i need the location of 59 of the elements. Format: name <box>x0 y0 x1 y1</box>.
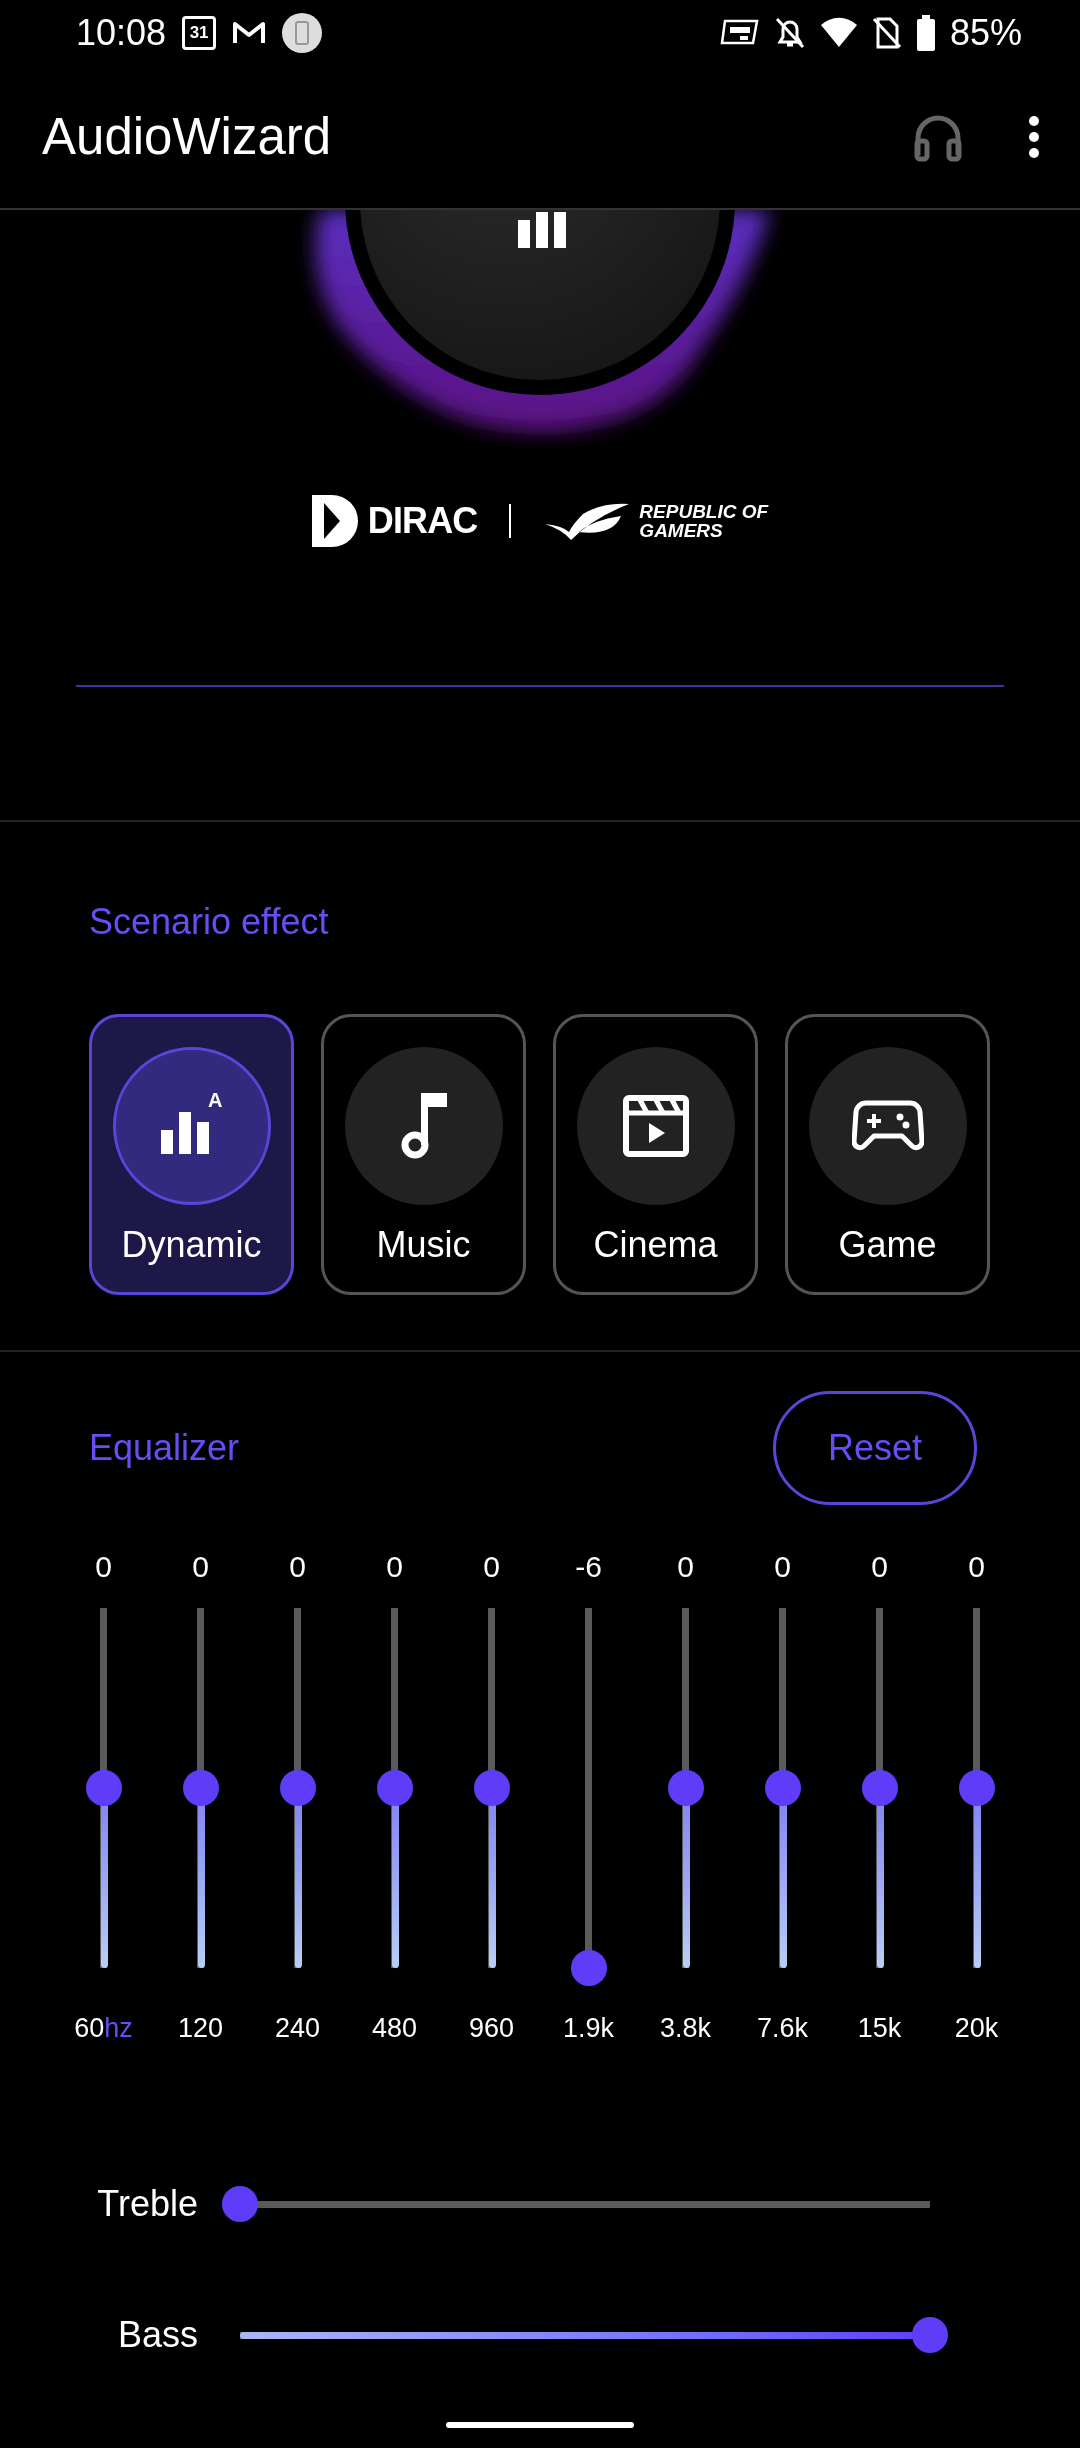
slider-thumb[interactable] <box>912 2317 948 2353</box>
badge-letter: A <box>208 1090 223 1110</box>
band-frequency: 120 <box>177 2012 224 2045</box>
band-frequency: 3.8k <box>659 2012 711 2045</box>
scenario-card[interactable]: Music <box>321 1014 526 1295</box>
band-frequency: 1.9k <box>562 2012 614 2045</box>
band-value: 0 <box>192 1549 209 1585</box>
band-value: 0 <box>95 1549 112 1585</box>
mail-icon <box>232 19 267 46</box>
slider-thumb[interactable] <box>764 1770 801 1806</box>
band-value: 0 <box>871 1549 888 1585</box>
band-value: -6 <box>575 1549 602 1585</box>
slider-thumb[interactable] <box>222 2186 258 2222</box>
no-sim-icon <box>871 15 902 50</box>
tone-label: Bass <box>117 2317 198 2353</box>
slider-thumb[interactable] <box>85 1770 122 1806</box>
band-frequency: 240 <box>274 2012 321 2045</box>
bell-off-icon <box>773 15 806 50</box>
slider-thumb[interactable] <box>473 1770 510 1806</box>
band-value: 0 <box>774 1549 791 1585</box>
gamepad-icon <box>851 1100 924 1152</box>
music-note-icon <box>400 1093 447 1159</box>
slider-thumb[interactable] <box>667 1770 704 1806</box>
battery-icon <box>915 14 936 51</box>
band-value: 0 <box>677 1549 694 1585</box>
dirac-wordmark: DIRAC <box>367 503 478 539</box>
band-frequency: 15k <box>857 2012 902 2045</box>
band-value: 0 <box>968 1549 985 1585</box>
band-value: 0 <box>483 1549 500 1585</box>
reset-button[interactable]: Reset <box>773 1391 977 1505</box>
slider-thumb[interactable] <box>279 1770 316 1806</box>
rog-wordmark: GAMERS <box>639 521 724 540</box>
slider-thumb[interactable] <box>958 1770 995 1806</box>
band-value: 0 <box>386 1549 403 1585</box>
clapperboard-icon <box>622 1095 689 1157</box>
scenario-card[interactable]: Game <box>785 1014 990 1295</box>
tone-label: Treble <box>97 2186 198 2222</box>
wifi-icon <box>819 16 858 49</box>
band-frequency: 960 <box>468 2012 515 2045</box>
band-frequency: 60hz <box>74 2012 133 2045</box>
slider-thumb[interactable] <box>861 1770 898 1806</box>
band-value: 0 <box>289 1549 306 1585</box>
band-frequency: 20k <box>954 2012 999 2045</box>
slider-thumb[interactable] <box>182 1770 219 1806</box>
status-time: 10:08 <box>76 14 167 51</box>
phone-icon <box>282 12 323 53</box>
slider-thumb[interactable] <box>570 1950 607 1986</box>
battery-percent: 85% <box>949 14 1022 51</box>
scenario-card[interactable]: Cinema <box>553 1014 758 1295</box>
rog-wordmark: REPUBLIC OF <box>639 502 769 521</box>
app-title: AudioWizard <box>42 111 332 162</box>
calendar-day: 31 <box>189 24 209 41</box>
band-frequency: 480 <box>371 2012 418 2045</box>
section-title: Equalizer <box>89 1430 240 1466</box>
slider-thumb[interactable] <box>376 1770 413 1806</box>
section-title: Scenario effect <box>89 900 330 944</box>
band-frequency: 7.6k <box>756 2012 808 2045</box>
dirac-logo-icon <box>311 495 360 547</box>
scenario-card[interactable]: A Dynamic <box>89 1014 294 1295</box>
